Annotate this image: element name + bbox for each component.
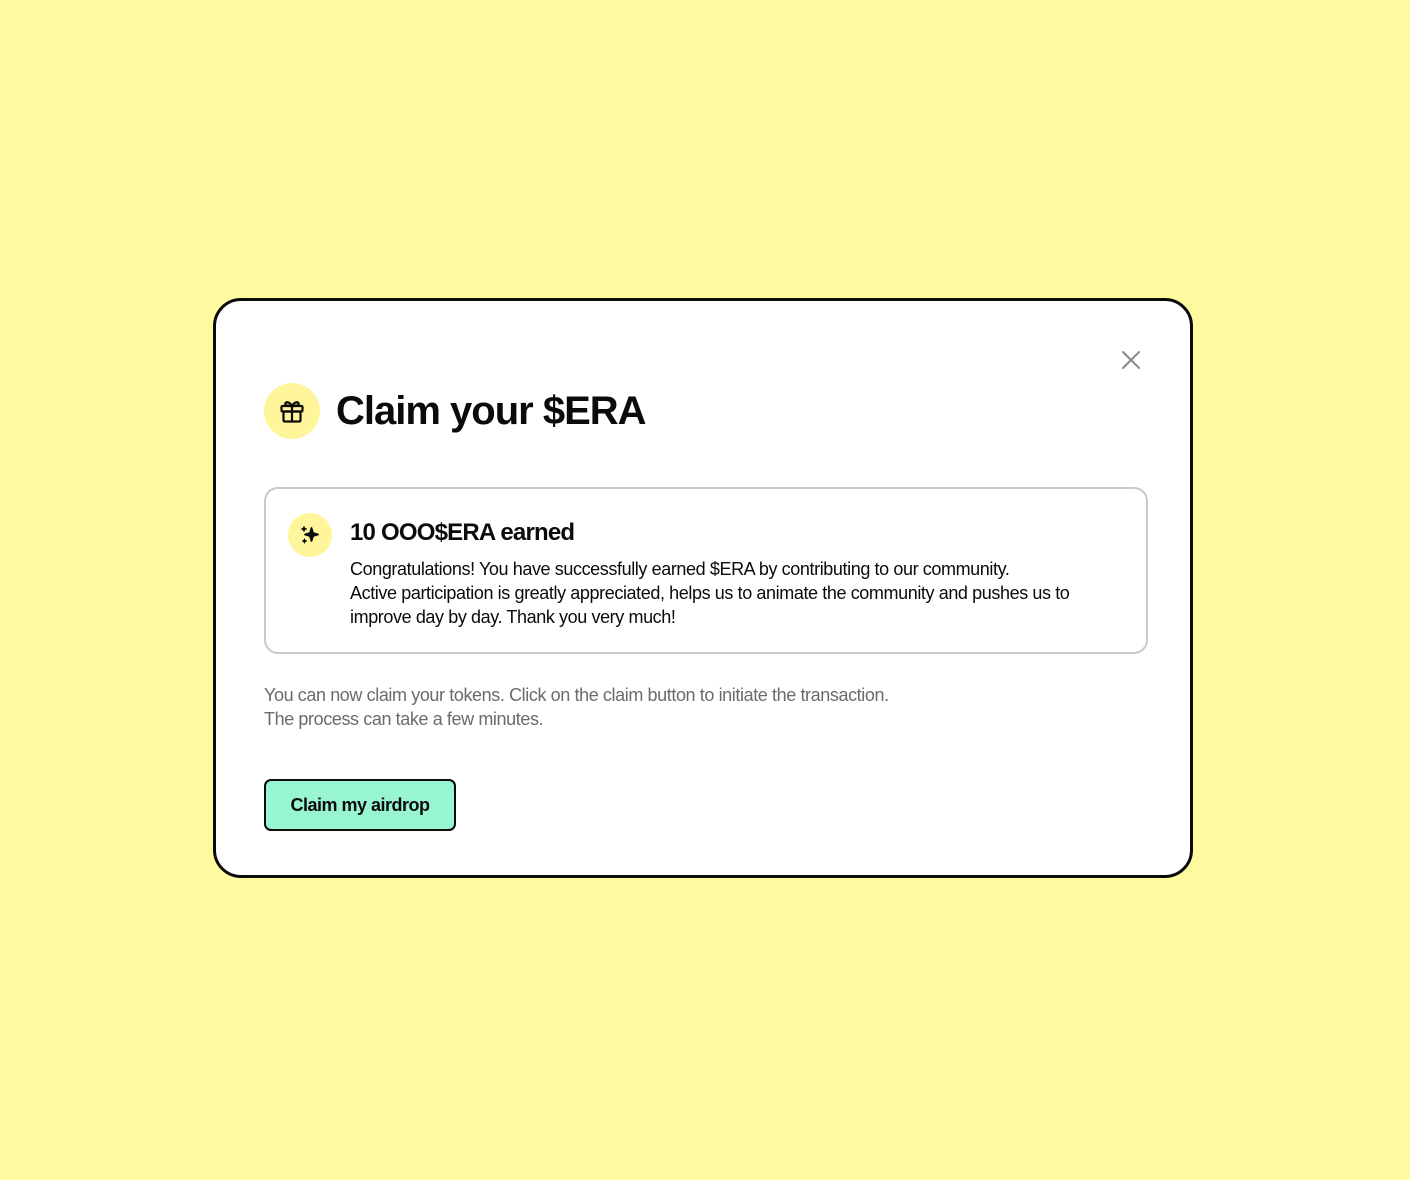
claim-info-line-1: You can now claim your tokens. Click on … [264,685,889,705]
claim-info: You can now claim your tokens. Click on … [264,683,1024,731]
gift-icon [280,401,304,423]
close-icon [1122,351,1140,369]
reward-message: Congratulations! You have successfully e… [350,557,1130,629]
sparkle-icon [301,526,319,544]
reward-message-line-1: Congratulations! You have successfully e… [350,559,1010,579]
modal-title: Claim your $ERA [336,389,647,433]
reward-message-line-2: Active participation is greatly apprecia… [350,583,1070,627]
claim-airdrop-button[interactable]: Claim my airdrop [264,779,456,831]
claim-info-line-2: The process can take a few minutes. [264,709,544,729]
claim-modal: Claim your $ERA 10 OOO$ERA earned Congra… [213,298,1193,878]
close-button[interactable] [1118,347,1144,373]
sparkle-icon-badge [288,513,332,557]
reward-card: 10 OOO$ERA earned Congratulations! You h… [264,487,1148,654]
gift-icon-badge [264,383,320,439]
reward-amount: 10 OOO$ERA earned [350,519,575,546]
modal-header: Claim your $ERA [264,383,647,439]
